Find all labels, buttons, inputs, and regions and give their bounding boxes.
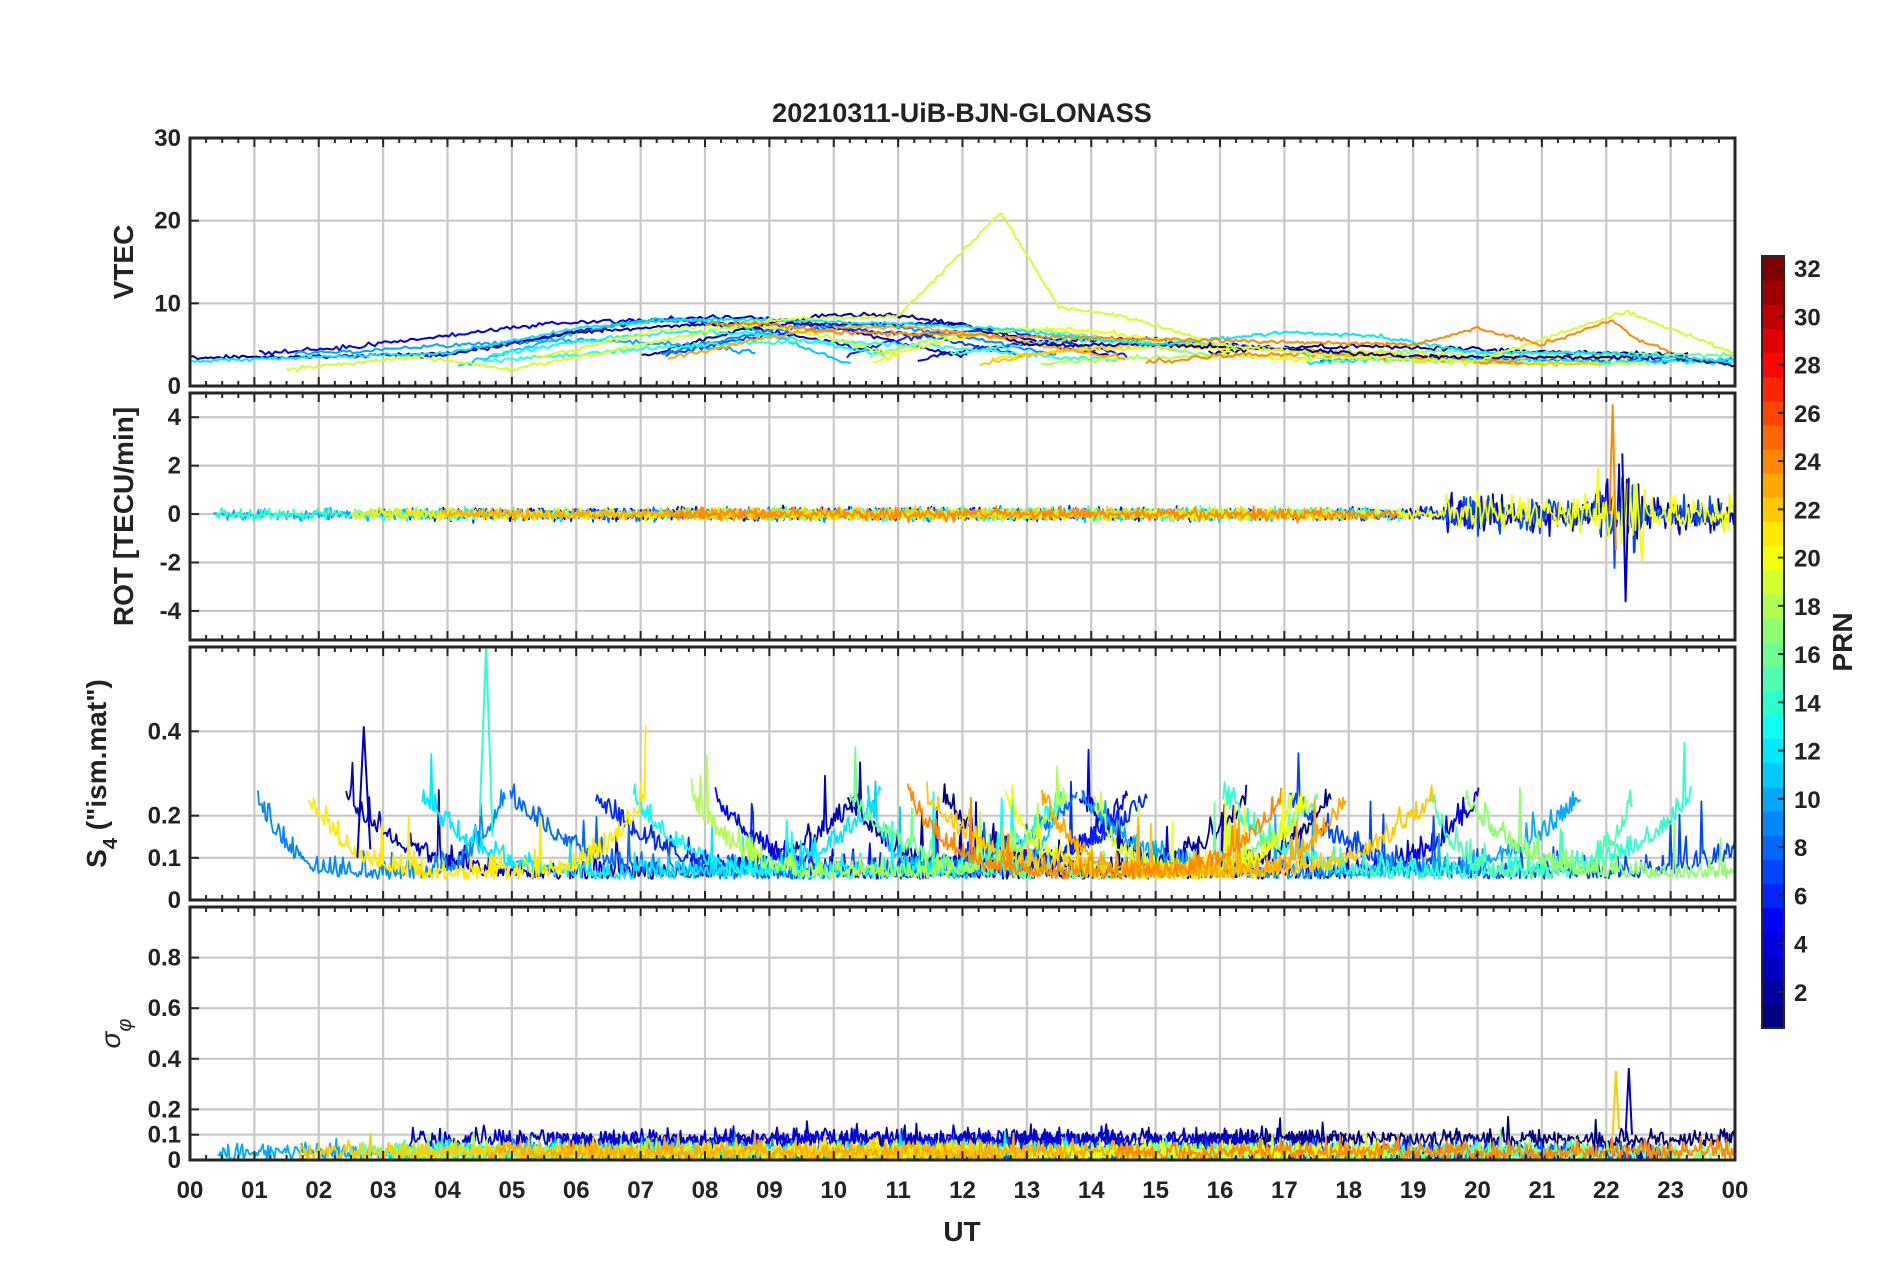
colorbar-band bbox=[1762, 569, 1784, 595]
colorbar-band bbox=[1762, 714, 1784, 740]
x-tick-label: 00 bbox=[1722, 1177, 1749, 1204]
x-tick-label: 16 bbox=[1207, 1177, 1234, 1204]
panel-vtec: 0 10 20 30 VTEC bbox=[108, 125, 1737, 400]
s4-y-tick-label: 0 bbox=[168, 887, 181, 914]
colorbar-band bbox=[1762, 666, 1784, 691]
x-tick-label: 08 bbox=[692, 1177, 719, 1204]
colorbar-tick-label: 32 bbox=[1794, 256, 1821, 283]
colorbar-band bbox=[1762, 762, 1784, 788]
panel-rot: -4 -2 0 2 4 ROT [TECU/min] bbox=[108, 391, 1737, 642]
colorbar-band bbox=[1762, 521, 1784, 547]
x-tick-label: 14 bbox=[1078, 1177, 1105, 1204]
colorbar-band bbox=[1762, 376, 1784, 402]
sigma_phi-y-axis-label: σφ bbox=[95, 1019, 136, 1049]
colorbar-tick-label: 20 bbox=[1794, 546, 1821, 573]
x-tick-label: 07 bbox=[627, 1177, 654, 1204]
x-tick-label: 05 bbox=[499, 1177, 526, 1204]
panel-sigma_phi: 00.10.2 0.4 0.6 0.8 σφ bbox=[95, 905, 1737, 1174]
sigma_phi-y-tick-label: 0.4 bbox=[148, 1046, 182, 1073]
x-tick-label: 21 bbox=[1529, 1177, 1556, 1204]
colorbar-tick-label: 30 bbox=[1794, 304, 1821, 331]
chart-svg: 20210311-UiB-BJN-GLONASS 0102030VTEC-4-2… bbox=[81, 98, 1858, 1247]
colorbar-tick-label: 18 bbox=[1794, 594, 1821, 621]
vtec-y-tick-label: 30 bbox=[154, 125, 181, 152]
x-tick-label: 19 bbox=[1400, 1177, 1427, 1204]
colorbar-band bbox=[1762, 328, 1784, 354]
x-tick-label: 01 bbox=[241, 1177, 268, 1204]
x-tick-label: 12 bbox=[949, 1177, 976, 1204]
colorbar-band bbox=[1762, 617, 1784, 643]
colorbar-tick-label: 8 bbox=[1794, 835, 1807, 862]
chart-figure: 20210311-UiB-BJN-GLONASS 0 10 20 30 VTEC -4 -2… bbox=[0, 0, 1902, 1272]
x-tick-label: 03 bbox=[370, 1177, 397, 1204]
s4-series-prn-21 bbox=[307, 724, 647, 880]
colorbar-tick-label: 26 bbox=[1794, 401, 1821, 428]
rot-y-tick-label: -4 bbox=[160, 598, 182, 625]
x-tick-label: 15 bbox=[1142, 1177, 1169, 1204]
x-tick-label: 18 bbox=[1335, 1177, 1362, 1204]
chart-title: 20210311-UiB-BJN-GLONASS bbox=[772, 98, 1152, 128]
s4-series-sample-prn-3 bbox=[356, 726, 372, 858]
colorbar-band bbox=[1762, 907, 1784, 933]
sigma_phi-y-tick-label: 0 bbox=[168, 1147, 181, 1174]
colorbar-tick-label: 14 bbox=[1794, 690, 1821, 717]
colorbar-band bbox=[1762, 280, 1784, 305]
x-tick-label: 10 bbox=[820, 1177, 847, 1204]
x-tick-label: 11 bbox=[885, 1177, 910, 1204]
colorbar-tick-label: 10 bbox=[1794, 787, 1821, 814]
colorbar-band bbox=[1762, 810, 1784, 836]
rot-y-tick-label: 0 bbox=[168, 501, 181, 528]
x-tick-label: 09 bbox=[756, 1177, 783, 1204]
colorbar-tick-label: 28 bbox=[1794, 353, 1821, 380]
x-tick-label: 00 bbox=[177, 1177, 204, 1204]
colorbar-label: PRN bbox=[1827, 612, 1858, 671]
sigma_phi-y-tick-label: 0.6 bbox=[148, 995, 181, 1022]
colorbar-band bbox=[1762, 859, 1784, 884]
sigma_phi-series-group bbox=[217, 1067, 1735, 1160]
x-tick-label: 22 bbox=[1593, 1177, 1620, 1204]
x-axis-label: UT bbox=[943, 1216, 980, 1247]
colorbar-tick-label: 12 bbox=[1794, 739, 1821, 766]
rot-y-axis-label: ROT [TECU/min] bbox=[108, 407, 139, 626]
vtec-y-tick-label: 20 bbox=[154, 208, 181, 235]
sigma-series-sample-prn-3 bbox=[1624, 1067, 1633, 1135]
x-tick-label: 02 bbox=[305, 1177, 332, 1204]
vtec-y-tick-label: 10 bbox=[154, 290, 181, 317]
x-tick-label: 06 bbox=[563, 1177, 590, 1204]
x-tick-label: 04 bbox=[434, 1177, 461, 1204]
colorbar-band bbox=[1762, 424, 1784, 450]
s4-series-group bbox=[257, 647, 1735, 880]
x-tick-label: 23 bbox=[1657, 1177, 1684, 1204]
x-tick-label: 20 bbox=[1464, 1177, 1491, 1204]
colorbar-tick-label: 24 bbox=[1794, 449, 1821, 476]
x-tick-label: 13 bbox=[1014, 1177, 1041, 1204]
panel-s4: 0 0.1 0.2 0.4 S4 ("ism.mat") bbox=[81, 645, 1737, 914]
s4-y-axis-label: S4 ("ism.mat") bbox=[81, 679, 122, 868]
sigma_phi-y-tick-label: 0.1 bbox=[148, 1122, 181, 1149]
x-tick-label: 17 bbox=[1271, 1177, 1298, 1204]
colorbar-tick-label: 16 bbox=[1794, 642, 1821, 669]
vtec-y-axis-label: VTEC bbox=[108, 225, 139, 300]
vtec-y-tick-label: 0 bbox=[168, 373, 181, 400]
sigma-series-sample-prn-22 bbox=[1611, 1070, 1621, 1135]
colorbar-band bbox=[1762, 1003, 1784, 1029]
sigma_phi-y-tick-label: 0.8 bbox=[148, 945, 181, 972]
rot-y-tick-label: 4 bbox=[168, 404, 182, 431]
rot-y-tick-label: -2 bbox=[160, 550, 181, 577]
colorbar-band bbox=[1762, 955, 1784, 981]
colorbar-tick-label: 6 bbox=[1794, 883, 1807, 910]
rot-series-group bbox=[212, 404, 1735, 603]
s4-y-tick-label: 0.4 bbox=[148, 718, 182, 745]
sigma_phi-y-tick-label: 0.2 bbox=[148, 1096, 181, 1123]
rot-y-tick-label: 2 bbox=[168, 453, 181, 480]
s4-y-tick-label: 0.1 bbox=[148, 845, 181, 872]
sigma_phi-grid bbox=[190, 907, 1735, 1160]
colorbar-tick-label: 2 bbox=[1794, 980, 1807, 1007]
colorbar-band bbox=[1762, 473, 1784, 498]
s4-y-tick-label: 0.2 bbox=[148, 803, 181, 830]
colorbar-tick-label: 4 bbox=[1794, 932, 1808, 959]
colorbar-tick-label: 22 bbox=[1794, 497, 1821, 524]
